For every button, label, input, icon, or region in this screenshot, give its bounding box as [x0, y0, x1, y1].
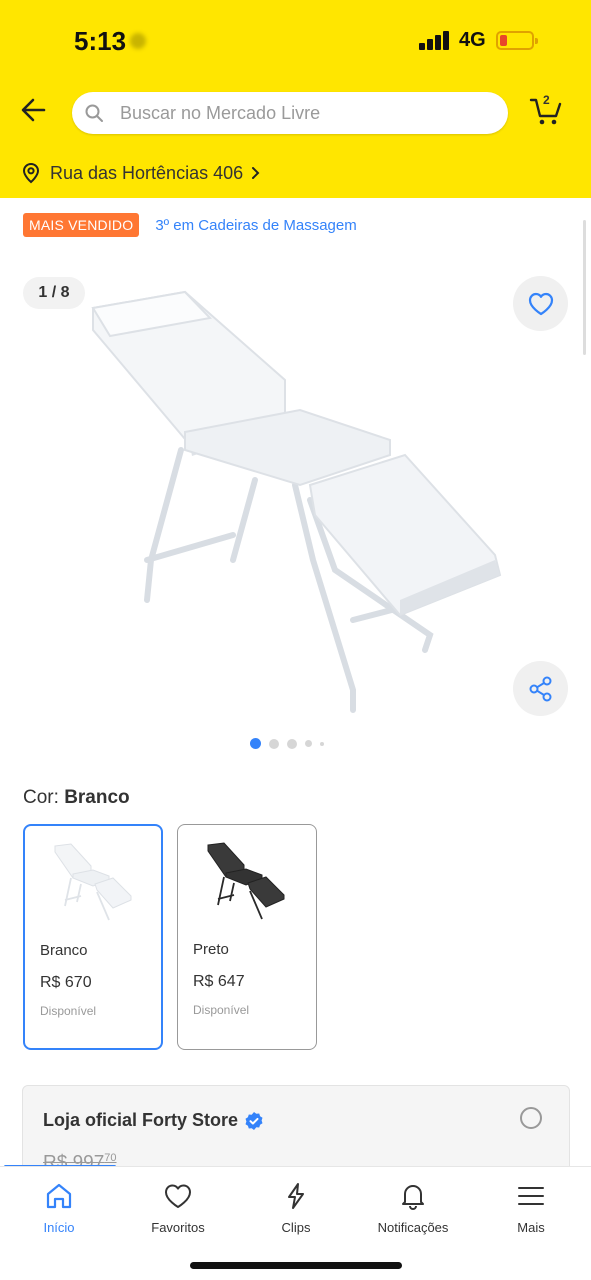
tab-label: Clips [281, 1220, 311, 1235]
variant-availability: Disponível [193, 1003, 250, 1017]
bolt-icon [288, 1183, 304, 1209]
tab-label: Favoritos [151, 1220, 205, 1235]
search-input[interactable] [120, 92, 490, 134]
badge-row: MAIS VENDIDO 3º em Cadeiras de Massagem [23, 213, 357, 237]
search-bar[interactable] [72, 92, 508, 134]
chevron-right-icon [252, 167, 260, 179]
image-counter: 1 / 8 [23, 277, 85, 309]
location-pin-icon [22, 162, 40, 184]
tab-mais[interactable]: Mais [476, 1181, 586, 1235]
carousel-dot[interactable] [305, 740, 312, 747]
carousel-dots [250, 738, 332, 749]
store-radio[interactable] [520, 1107, 542, 1129]
color-selected-value: Branco [64, 787, 130, 808]
product-image[interactable] [85, 270, 515, 720]
tab-label: Mais [517, 1220, 545, 1235]
arrow-left-icon [21, 98, 46, 122]
tab-inicio[interactable]: Início [4, 1181, 114, 1235]
variant-name: Branco [40, 942, 88, 959]
variant-option-branco[interactable]: Branco R$ 670 Disponível [23, 824, 163, 1050]
network-label: 4G [459, 29, 486, 51]
variant-price: R$ 670 [40, 974, 92, 991]
old-price-cents: 70 [104, 1152, 117, 1164]
search-icon [85, 104, 103, 122]
verified-icon [245, 1111, 263, 1130]
status-time: 5:13 [74, 26, 127, 56]
bell-icon [402, 1185, 424, 1210]
store-name: Loja oficial Forty Store [43, 1110, 264, 1131]
status-notification-icon [130, 33, 146, 49]
back-button[interactable] [16, 94, 52, 126]
home-icon [46, 1183, 72, 1209]
address-text: Rua das Hortências 406 [50, 162, 244, 183]
ranking-link[interactable]: 3º em Cadeiras de Massagem [155, 217, 356, 234]
signal-icon [419, 30, 451, 50]
tab-notificacoes[interactable]: Notificações [358, 1181, 468, 1235]
carousel-dot[interactable] [269, 738, 279, 749]
heart-icon [165, 1184, 191, 1208]
variant-option-preto[interactable]: Preto R$ 647 Disponível [177, 824, 317, 1050]
share-icon [529, 676, 551, 701]
tab-favoritos[interactable]: Favoritos [123, 1181, 233, 1235]
favorite-button[interactable] [513, 276, 568, 331]
variant-price: R$ 647 [193, 973, 245, 990]
scrollbar[interactable] [583, 220, 586, 355]
tab-clips[interactable]: Clips [241, 1181, 351, 1235]
variant-name: Preto [193, 941, 229, 958]
carousel-dot-active[interactable] [250, 738, 261, 749]
app-header: 5:13 4G 2 Rua das Hortências 406 [0, 0, 591, 198]
home-indicator [190, 1262, 402, 1269]
address-bar[interactable]: Rua das Hortências 406 [22, 160, 261, 186]
cart-button[interactable]: 2 [528, 93, 564, 128]
color-label: Cor: Branco [23, 787, 130, 809]
variant-thumbnail [54, 843, 132, 921]
menu-icon [518, 1187, 544, 1205]
best-seller-badge: MAIS VENDIDO [23, 213, 140, 237]
battery-icon [496, 31, 538, 50]
cart-count: 2 [543, 93, 550, 107]
tab-label: Notificações [377, 1220, 449, 1235]
variant-availability: Disponível [40, 1004, 97, 1018]
variant-thumbnail [207, 842, 285, 920]
carousel-dot[interactable] [287, 738, 297, 749]
share-button[interactable] [513, 661, 568, 716]
carousel-dot[interactable] [320, 741, 324, 746]
tab-label: Início [43, 1220, 75, 1235]
color-label-prefix: Cor: [23, 787, 59, 808]
heart-icon [528, 292, 553, 315]
store-name-text: Loja oficial Forty Store [43, 1110, 239, 1130]
